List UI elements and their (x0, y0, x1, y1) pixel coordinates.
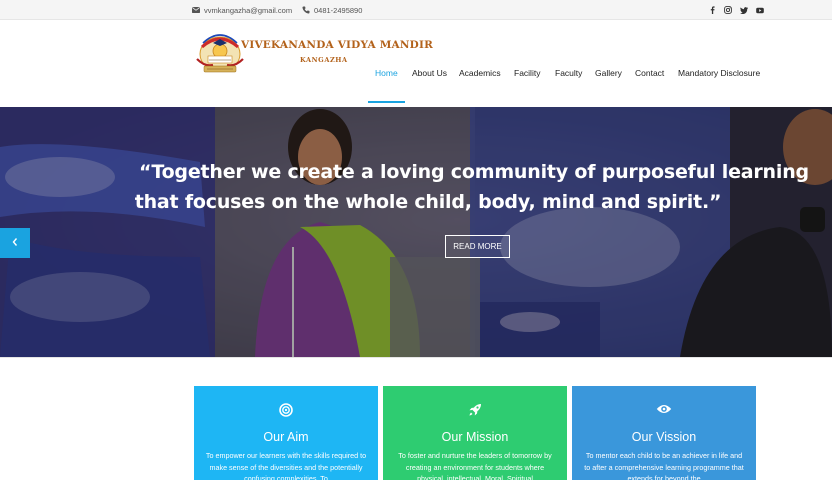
phone-icon (301, 6, 310, 15)
hero-quote-line-1: “Together we create a loving community o… (139, 161, 809, 183)
aim-title: Our Aim (263, 430, 309, 444)
chevron-left-icon (11, 234, 19, 252)
vision-card[interactable]: Our Vission To mentor each child to be a… (572, 386, 756, 480)
vision-title: Our Vission (631, 430, 697, 444)
read-more-button[interactable]: READ MORE (445, 235, 510, 258)
nav-mandatory-disclosure[interactable]: Mandatory Disclosure (678, 68, 760, 78)
envelope-icon (191, 6, 200, 15)
hero-quote-line-2: that focuses on the whole child, body, m… (134, 191, 722, 213)
nav-facility[interactable]: Facility (514, 68, 540, 78)
main-navigation: Home About Us Academics Facility Faculty… (0, 68, 832, 80)
social-links (708, 0, 764, 20)
phone-text: 0481-2495890 (314, 5, 363, 15)
nav-academics[interactable]: Academics (459, 68, 501, 78)
slider-prev-button[interactable] (0, 228, 30, 258)
nav-contact[interactable]: Contact (635, 68, 664, 78)
hero-slider: “Together we create a loving community o… (0, 107, 832, 357)
school-location: KANGAZHA (300, 56, 348, 64)
target-icon (194, 403, 378, 417)
phone-contact[interactable]: 0481-2495890 (301, 0, 362, 20)
mission-title: Our Mission (441, 430, 509, 444)
mission-card[interactable]: Our Mission To foster and nurture the le… (383, 386, 567, 480)
site-header: VIVEKANANDA VIDYA MANDIR KANGAZHA Home A… (0, 20, 832, 107)
school-name[interactable]: VIVEKANANDA VIDYA MANDIR (241, 39, 433, 51)
email-contact[interactable]: vvmkangazha@gmail.com (191, 0, 292, 20)
aim-card[interactable]: Our Aim To empower our learners with the… (194, 386, 378, 480)
active-nav-indicator (368, 101, 405, 103)
hero-divider (0, 357, 832, 358)
instagram-icon[interactable] (724, 6, 732, 14)
nav-gallery[interactable]: Gallery (595, 68, 622, 78)
nav-about-us[interactable]: About Us (412, 68, 447, 78)
eye-icon (572, 403, 756, 417)
nav-faculty[interactable]: Faculty (555, 68, 582, 78)
rocket-icon (383, 403, 567, 417)
twitter-icon[interactable] (740, 6, 748, 14)
email-text: vvmkangazha@gmail.com (204, 5, 293, 15)
mission-text: To foster and nurture the leaders of tom… (398, 451, 552, 480)
youtube-icon[interactable] (756, 6, 764, 14)
facebook-icon[interactable] (708, 6, 716, 14)
hero-background-photo (0, 107, 832, 357)
nav-home[interactable]: Home (375, 68, 398, 78)
vision-text: To mentor each child to be an achiever i… (584, 451, 744, 480)
top-bar: vvmkangazha@gmail.com 0481-2495890 (0, 0, 832, 20)
aim-text: To empower our learners with the skills … (205, 451, 367, 480)
